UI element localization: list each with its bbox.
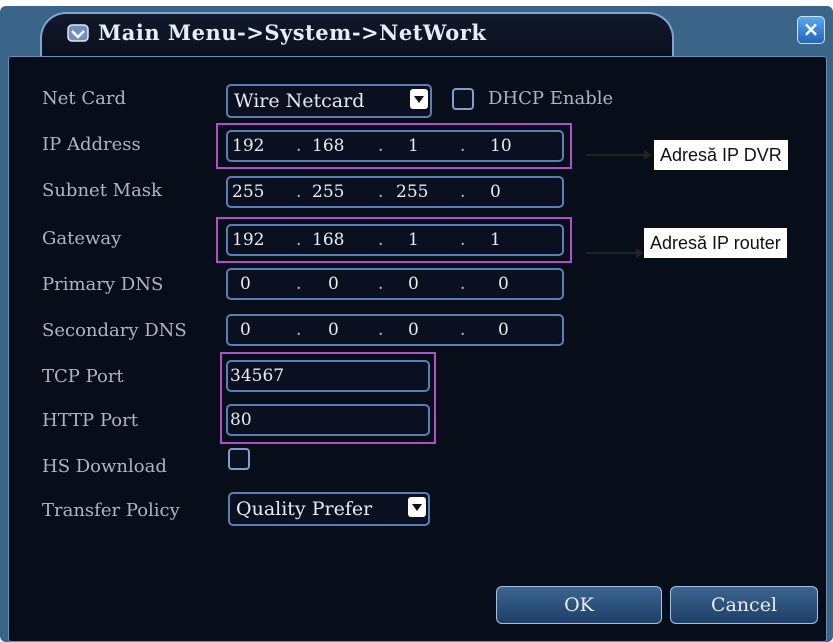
- ip-address-highlight: [216, 123, 572, 169]
- octet-separator: .: [460, 274, 466, 294]
- primary-dns-field[interactable]: 0 . 0 . 0 . 0: [226, 268, 564, 300]
- dvr-ip-annotation: Adresă IP DVR: [654, 140, 788, 170]
- dvr-ip-arrow: [586, 150, 652, 160]
- ip-address-label: IP Address: [42, 134, 141, 155]
- octet-separator: .: [460, 320, 466, 340]
- router-ip-annotation: Adresă IP router: [644, 228, 787, 258]
- close-icon: ×: [802, 17, 820, 41]
- gateway-label: Gateway: [42, 228, 122, 249]
- subnet-mask-label: Subnet Mask: [42, 180, 162, 201]
- dhcp-enable-label: DHCP Enable: [488, 88, 614, 109]
- octet-separator: .: [296, 274, 302, 294]
- mask-octet-4[interactable]: 0: [490, 182, 501, 202]
- hs-download-checkbox[interactable]: [228, 448, 250, 470]
- mask-octet-1[interactable]: 255: [232, 182, 264, 202]
- dhcp-enable-checkbox[interactable]: [452, 88, 474, 110]
- octet-separator: .: [296, 182, 302, 202]
- primary-dns-octet-2[interactable]: 0: [328, 274, 339, 294]
- transfer-policy-label: Transfer Policy: [42, 500, 180, 521]
- ports-highlight: [220, 352, 436, 444]
- mask-octet-3[interactable]: 255: [396, 182, 428, 202]
- hs-download-label: HS Download: [42, 456, 167, 477]
- octet-separator: .: [296, 320, 302, 340]
- cancel-button[interactable]: Cancel: [670, 586, 818, 624]
- http-port-label: HTTP Port: [42, 410, 138, 431]
- secondary-dns-octet-3[interactable]: 0: [408, 320, 419, 340]
- close-button[interactable]: ×: [797, 16, 825, 44]
- gateway-highlight: [216, 217, 572, 263]
- octet-separator: .: [378, 320, 384, 340]
- primary-dns-label: Primary DNS: [42, 274, 164, 295]
- octet-separator: .: [378, 182, 384, 202]
- secondary-dns-label: Secondary DNS: [42, 320, 187, 341]
- secondary-dns-field[interactable]: 0 . 0 . 0 . 0: [226, 314, 564, 346]
- octet-separator: .: [460, 182, 466, 202]
- window-title: Main Menu->System->NetWork: [98, 20, 487, 45]
- secondary-dns-octet-4[interactable]: 0: [498, 320, 509, 340]
- ok-button[interactable]: OK: [496, 586, 662, 624]
- net-card-select[interactable]: Wire Netcard: [226, 84, 432, 118]
- menu-icon: [67, 23, 89, 42]
- net-card-value: Wire Netcard: [234, 90, 365, 112]
- octet-separator: .: [378, 274, 384, 294]
- secondary-dns-octet-1[interactable]: 0: [240, 320, 251, 340]
- title-bar: Main Menu->System->NetWork: [66, 20, 486, 45]
- mask-octet-2[interactable]: 255: [312, 182, 344, 202]
- tcp-port-label: TCP Port: [42, 366, 124, 387]
- subnet-mask-field[interactable]: 255 . 255 . 255 . 0: [226, 176, 564, 208]
- secondary-dns-octet-2[interactable]: 0: [328, 320, 339, 340]
- transfer-policy-select[interactable]: Quality Prefer: [228, 492, 430, 526]
- chevron-down-icon: [408, 497, 426, 517]
- net-card-label: Net Card: [42, 88, 126, 109]
- primary-dns-octet-4[interactable]: 0: [498, 274, 509, 294]
- router-ip-arrow: [586, 248, 644, 258]
- transfer-policy-value: Quality Prefer: [236, 498, 373, 520]
- primary-dns-octet-1[interactable]: 0: [240, 274, 251, 294]
- chevron-down-icon: [410, 89, 428, 109]
- primary-dns-octet-3[interactable]: 0: [408, 274, 419, 294]
